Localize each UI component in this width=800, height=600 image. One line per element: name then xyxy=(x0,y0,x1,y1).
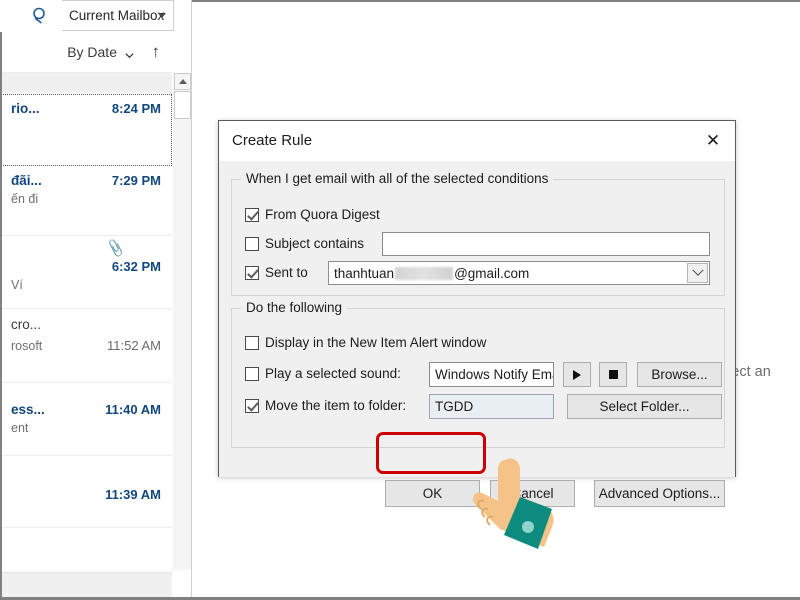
scrollbar-thumb[interactable] xyxy=(174,91,191,119)
outlook-window: elect an Current Mailbox By Date ↑ rio..… xyxy=(0,0,800,600)
select-folder-button[interactable]: Select Folder... xyxy=(567,394,722,419)
advanced-options-button[interactable]: Advanced Options... xyxy=(594,480,725,507)
dialog-body: When I get email with all of the selecte… xyxy=(219,161,735,507)
message-list[interactable]: rio... 8:24 PM đãi... 7:29 PM ến đi 📎 6:… xyxy=(0,73,172,570)
dialog-title: Create Rule xyxy=(232,132,313,149)
ok-button[interactable]: OK xyxy=(385,480,480,507)
checkbox-icon[interactable] xyxy=(245,265,259,280)
message-preview: Ví xyxy=(11,278,23,292)
mailbox-scope-label: Current Mailbox xyxy=(69,8,165,23)
checkbox-icon[interactable] xyxy=(245,207,259,222)
message-subject: rio... xyxy=(11,101,40,116)
list-item[interactable]: đãi... 7:29 PM ến đi xyxy=(0,166,172,236)
checkbox-label: Move the item to folder: xyxy=(265,398,407,413)
message-time: 11:40 AM xyxy=(105,402,161,417)
checkbox-icon[interactable] xyxy=(245,366,259,381)
checkbox-icon[interactable] xyxy=(245,398,259,413)
conditions-legend: When I get email with all of the selecte… xyxy=(241,171,554,186)
close-icon[interactable]: ✕ xyxy=(691,121,735,160)
list-item[interactable]: 📎 6:32 PM Ví xyxy=(0,236,172,309)
checkbox-display-alert[interactable]: Display in the New Item Alert window xyxy=(245,335,486,350)
message-preview: rosoft xyxy=(11,339,43,353)
message-preview: ến đi xyxy=(11,192,39,206)
list-item[interactable]: cro... rosoft 11:52 AM xyxy=(0,309,172,383)
search-bar: Current Mailbox xyxy=(0,0,174,32)
list-item[interactable]: rio... 8:24 PM xyxy=(0,94,172,166)
window-top-border xyxy=(192,0,800,2)
conditions-group: When I get email with all of the selecte… xyxy=(231,171,725,296)
checkbox-play-sound[interactable]: Play a selected sound: xyxy=(245,366,401,381)
search-icon[interactable] xyxy=(18,0,63,31)
list-footer xyxy=(0,572,172,598)
checkbox-icon[interactable] xyxy=(245,236,259,251)
window-left-border xyxy=(0,32,2,598)
play-icon[interactable] xyxy=(563,362,591,387)
message-time: 11:52 AM xyxy=(107,338,161,353)
attachment-icon: 📎 xyxy=(105,238,126,258)
scroll-up-arrow-icon[interactable] xyxy=(174,73,191,90)
create-rule-dialog: Create Rule ✕ When I get email with all … xyxy=(218,120,736,507)
sort-row: By Date ↑ xyxy=(0,32,172,73)
checkbox-label: Play a selected sound: xyxy=(265,366,401,381)
message-time: 8:24 PM xyxy=(111,101,161,116)
checkbox-subject-contains[interactable]: Subject contains xyxy=(245,236,364,251)
message-time: 6:32 PM xyxy=(111,259,161,274)
checkbox-label: Subject contains xyxy=(265,236,365,251)
sort-by-date-button[interactable]: By Date xyxy=(67,44,117,60)
list-item[interactable]: ess... 11:40 AM ent xyxy=(0,383,172,456)
list-group-band xyxy=(0,73,172,94)
chevron-down-icon xyxy=(125,53,134,59)
arrow-up-icon[interactable]: ↑ xyxy=(152,43,161,60)
mailbox-scope-dropdown[interactable]: Current Mailbox xyxy=(62,0,174,31)
message-subject: cro... xyxy=(11,317,42,332)
checkbox-sent-to[interactable]: Sent to xyxy=(245,265,308,280)
chevron-down-icon[interactable] xyxy=(687,263,708,283)
checkbox-move-to-folder[interactable]: Move the item to folder: xyxy=(245,398,406,413)
sent-to-combobox[interactable]: thanhtuan @gmail.com xyxy=(328,261,710,285)
checkbox-label: Display in the New Item Alert window xyxy=(265,335,487,350)
sound-file-input[interactable]: Windows Notify Ema xyxy=(429,362,554,387)
actions-legend: Do the following xyxy=(241,300,348,315)
message-preview: ent xyxy=(11,421,29,435)
checkbox-label: Sent to xyxy=(265,265,308,280)
pane-divider xyxy=(191,0,192,600)
checkbox-from-sender[interactable]: From Quora Digest xyxy=(245,207,380,222)
dialog-title-bar: Create Rule ✕ xyxy=(219,121,735,161)
message-time: 7:29 PM xyxy=(111,173,161,188)
actions-group: Do the following Display in the New Item… xyxy=(231,300,725,448)
stop-icon[interactable] xyxy=(599,362,627,387)
subject-contains-input[interactable] xyxy=(382,232,710,256)
message-list-pane: Current Mailbox By Date ↑ rio... 8:24 PM xyxy=(0,0,174,600)
sound-file-value: Windows Notify Ema xyxy=(435,367,554,382)
target-folder-field[interactable]: TGDD xyxy=(429,394,554,419)
chevron-down-icon xyxy=(158,13,166,18)
message-subject: đãi... xyxy=(11,173,42,188)
browse-sound-button[interactable]: Browse... xyxy=(637,362,722,387)
cancel-button[interactable]: Cancel xyxy=(490,480,575,507)
message-time: 11:39 AM xyxy=(105,487,161,502)
checkbox-label: From Quora Digest xyxy=(265,207,380,222)
checkbox-icon[interactable] xyxy=(245,335,259,350)
message-subject: ess... xyxy=(11,402,45,417)
sent-to-value-prefix: thanhtuan xyxy=(334,265,395,281)
target-folder-value: TGDD xyxy=(435,399,474,414)
redacted-text xyxy=(395,266,454,280)
message-list-scrollbar[interactable] xyxy=(173,73,191,570)
sent-to-value-suffix: @gmail.com xyxy=(454,265,530,281)
list-item[interactable]: 11:39 AM xyxy=(0,456,172,528)
